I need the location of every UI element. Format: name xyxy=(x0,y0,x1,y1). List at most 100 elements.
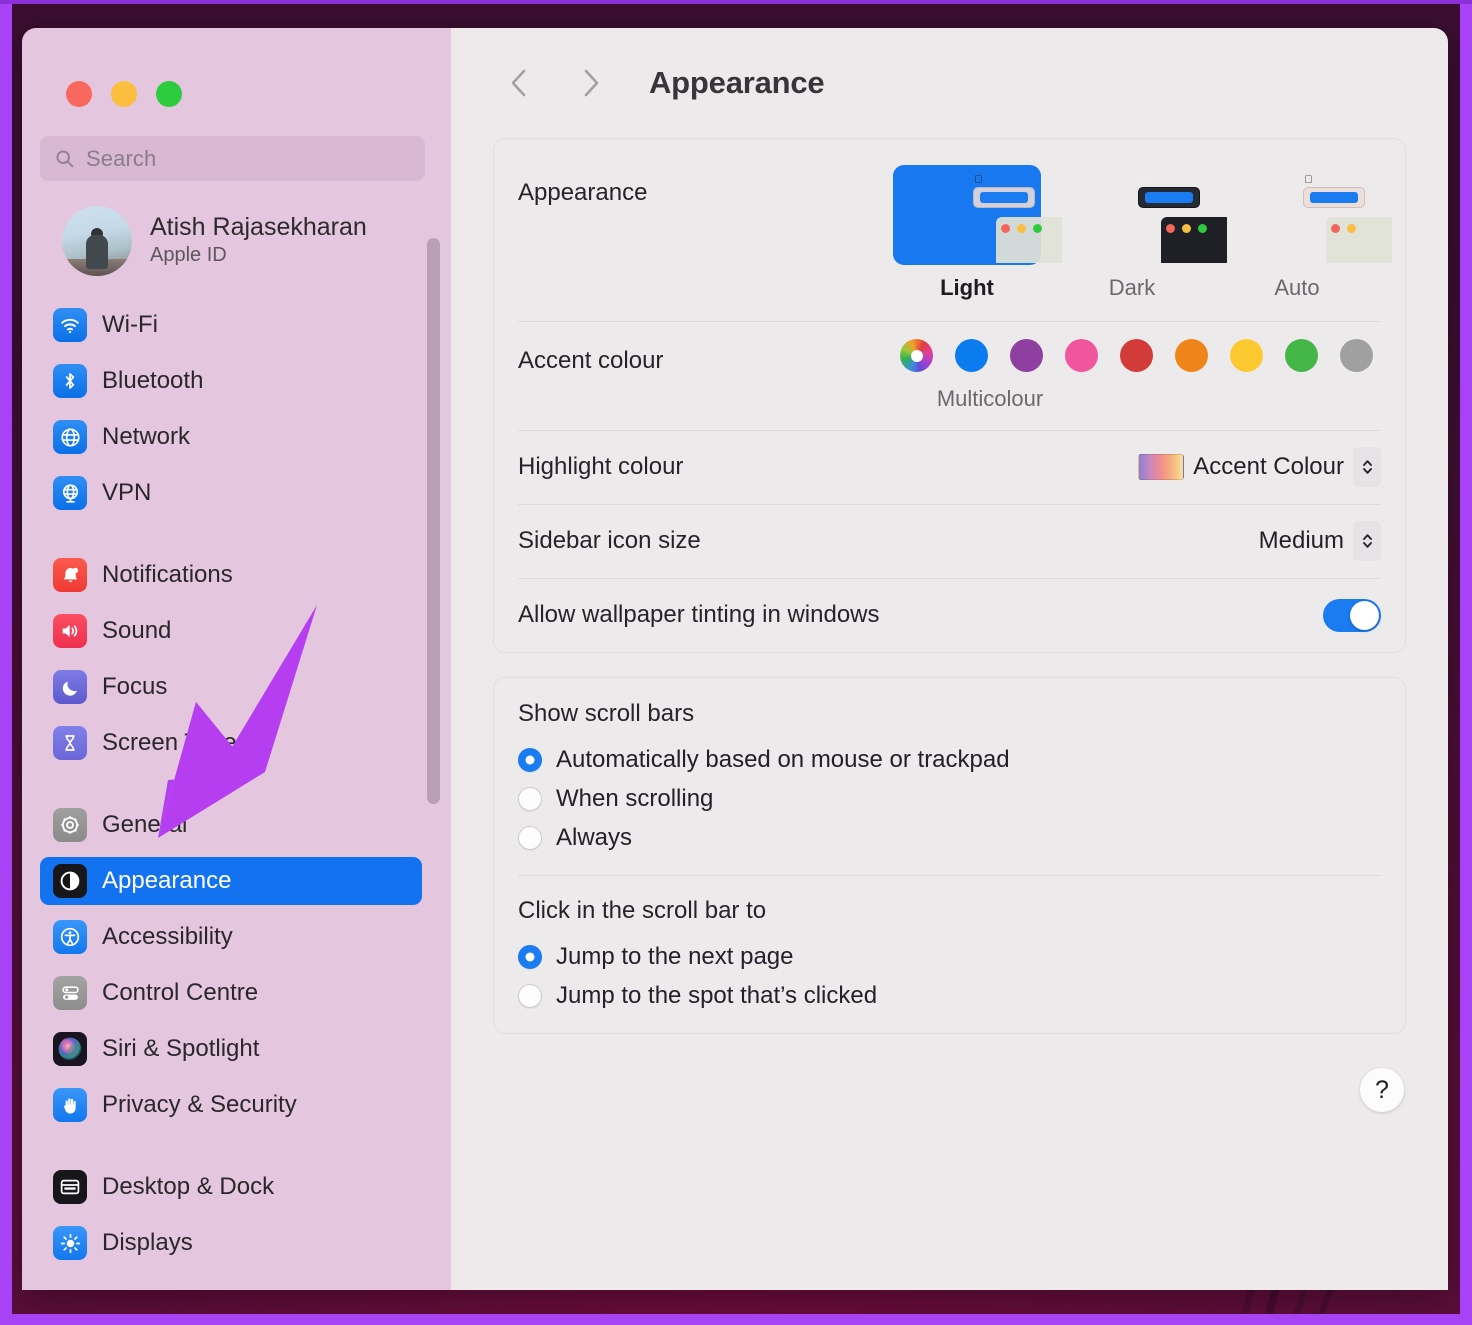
show-scroll-bars-group: Show scroll bars Automatically based on … xyxy=(518,678,1381,875)
appearance-option-light[interactable]:  Light xyxy=(893,165,1062,301)
sidebar-item-appearance[interactable]: Appearance xyxy=(40,857,422,905)
bell-icon xyxy=(53,558,87,592)
dark-thumbnail[interactable]:  xyxy=(1058,165,1227,265)
zoom-button[interactable] xyxy=(156,81,182,107)
highlight-colour-row: Highlight colour Accent Colour xyxy=(518,430,1381,504)
sidebar-item-screen-time[interactable]: Screen Time xyxy=(40,719,422,767)
radio-button[interactable] xyxy=(518,983,542,1008)
sidebar-item-accessibility[interactable]: Accessibility xyxy=(40,913,422,961)
sidebar-item-label: Focus xyxy=(102,673,168,700)
radio-label: Always xyxy=(556,823,633,851)
vpn-globe-icon xyxy=(53,476,87,510)
chevron-updown-icon xyxy=(1353,447,1381,487)
radio-button[interactable] xyxy=(518,825,542,850)
radio-label: Jump to the next page xyxy=(556,942,794,970)
sidebar-nav: Wi-Fi Bluetooth Network VPN Notification… xyxy=(22,277,451,1267)
radio-label: Automatically based on mouse or trackpad xyxy=(556,745,1010,773)
wallpaper-tinting-toggle[interactable] xyxy=(1323,598,1381,632)
auto-thumbnail[interactable]:   xyxy=(1223,165,1392,265)
window-frame-left xyxy=(0,0,12,1325)
accent-swatch-multicolour[interactable] xyxy=(900,339,933,372)
highlight-colour-popup[interactable]: Accent Colour xyxy=(1138,447,1381,487)
sidebar-item-siri-spotlight[interactable]: Siri & Spotlight xyxy=(40,1025,422,1073)
sidebar-item-label: Privacy & Security xyxy=(102,1091,297,1118)
search-field[interactable]: Search xyxy=(40,136,425,181)
accessibility-icon xyxy=(53,920,87,954)
radio-automatically[interactable]: Automatically based on mouse or trackpad xyxy=(518,740,1381,779)
sidebar-divider xyxy=(22,525,451,551)
radio-jump-next-page[interactable]: Jump to the next page xyxy=(518,937,1381,976)
appearance-icon xyxy=(53,864,87,898)
sidebar-item-label: Accessibility xyxy=(102,923,233,950)
radio-button[interactable] xyxy=(518,747,542,772)
moon-icon xyxy=(53,670,87,704)
sidebar-item-label: Control Centre xyxy=(102,979,259,1006)
sidebar-item-label: Notifications xyxy=(102,561,233,588)
sidebar-icon-size-popup[interactable]: Medium xyxy=(1259,521,1381,561)
appearance-options:  Light xyxy=(893,165,1392,301)
window-controls xyxy=(22,28,451,107)
radio-label: Jump to the spot that’s clicked xyxy=(556,981,878,1009)
accent-swatch-blue[interactable] xyxy=(955,339,988,372)
sidebar-item-network[interactable]: Network xyxy=(40,413,422,461)
sidebar-item-notifications[interactable]: Notifications xyxy=(40,551,422,599)
sidebar-item-sound[interactable]: Sound xyxy=(40,607,422,655)
radio-button[interactable] xyxy=(518,786,542,811)
sidebar-divider xyxy=(22,1137,451,1163)
help-button[interactable]: ? xyxy=(1360,1068,1404,1112)
sidebar-item-desktop-dock[interactable]: Desktop & Dock xyxy=(40,1163,422,1211)
radio-jump-to-spot[interactable]: Jump to the spot that’s clicked xyxy=(518,976,1381,1015)
light-thumbnail[interactable]:  xyxy=(893,165,1062,265)
search-icon xyxy=(56,150,74,168)
sidebar-item-label: Screen Time xyxy=(102,729,237,756)
click-scroll-bar-group: Click in the scroll bar to Jump to the n… xyxy=(518,875,1381,1033)
sidebar-item-label: General xyxy=(102,811,188,838)
close-button[interactable] xyxy=(66,81,92,107)
sidebar-item-label: Appearance xyxy=(102,867,232,894)
radio-always[interactable]: Always xyxy=(518,818,1381,857)
accent-swatch-pink[interactable] xyxy=(1065,339,1098,372)
toolbar: Appearance xyxy=(493,28,1406,138)
accent-swatch-graphite[interactable] xyxy=(1340,339,1373,372)
sidebar-item-privacy-security[interactable]: Privacy & Security xyxy=(40,1081,422,1129)
sidebar-item-wi-fi[interactable]: Wi-Fi xyxy=(40,301,422,349)
appearance-option-label: Light xyxy=(940,275,994,300)
page-title: Appearance xyxy=(649,65,825,100)
appearance-option-label: Dark xyxy=(1108,275,1156,300)
sidebar-scrollbar[interactable] xyxy=(427,238,440,804)
accent-swatch-purple[interactable] xyxy=(1010,339,1043,372)
accent-selected-name: Multicolour xyxy=(936,386,1044,411)
radio-button[interactable] xyxy=(518,944,542,969)
hand-icon xyxy=(53,1088,87,1122)
minimise-button[interactable] xyxy=(111,81,137,107)
gear-icon xyxy=(53,808,87,842)
sidebar-item-label: Sound xyxy=(102,617,172,644)
wallpaper-tinting-label: Allow wallpaper tinting in windows xyxy=(518,601,880,628)
screenshot-stage: Search Atish Rajasekharan Apple ID Wi-Fi… xyxy=(0,0,1472,1325)
sidebar-group-network: Wi-Fi Bluetooth Network VPN xyxy=(22,301,451,517)
apple-id-row[interactable]: Atish Rajasekharan Apple ID xyxy=(22,181,451,277)
appearance-option-dark[interactable]:  Dark xyxy=(1058,165,1227,301)
accent-swatch-green[interactable] xyxy=(1285,339,1318,372)
forward-button[interactable] xyxy=(565,57,617,109)
sidebar-item-vpn[interactable]: VPN xyxy=(40,469,422,517)
sidebar-item-displays[interactable]: Displays xyxy=(40,1219,422,1267)
sidebar-item-control-centre[interactable]: Control Centre xyxy=(40,969,422,1017)
sidebar-item-focus[interactable]: Focus xyxy=(40,663,422,711)
accent-swatch-orange[interactable] xyxy=(1175,339,1208,372)
accent-swatch-red[interactable] xyxy=(1120,339,1153,372)
appearance-option-auto[interactable]:   xyxy=(1223,165,1392,301)
chevron-updown-icon xyxy=(1353,521,1381,561)
sidebar-item-bluetooth[interactable]: Bluetooth xyxy=(40,357,422,405)
scroll-bars-panel: Show scroll bars Automatically based on … xyxy=(493,677,1406,1034)
show-scroll-bars-title: Show scroll bars xyxy=(518,700,695,727)
bluetooth-icon xyxy=(53,364,87,398)
system-settings-window: Search Atish Rajasekharan Apple ID Wi-Fi… xyxy=(22,28,1448,1290)
radio-when-scrolling[interactable]: When scrolling xyxy=(518,779,1381,818)
back-button[interactable] xyxy=(493,57,545,109)
accent-swatch-yellow[interactable] xyxy=(1230,339,1263,372)
sidebar-item-general[interactable]: General xyxy=(40,801,422,849)
window-frame-right xyxy=(1460,0,1472,1325)
sidebar-item-label: VPN xyxy=(102,479,152,506)
highlight-colour-value: Accent Colour xyxy=(1193,453,1344,480)
